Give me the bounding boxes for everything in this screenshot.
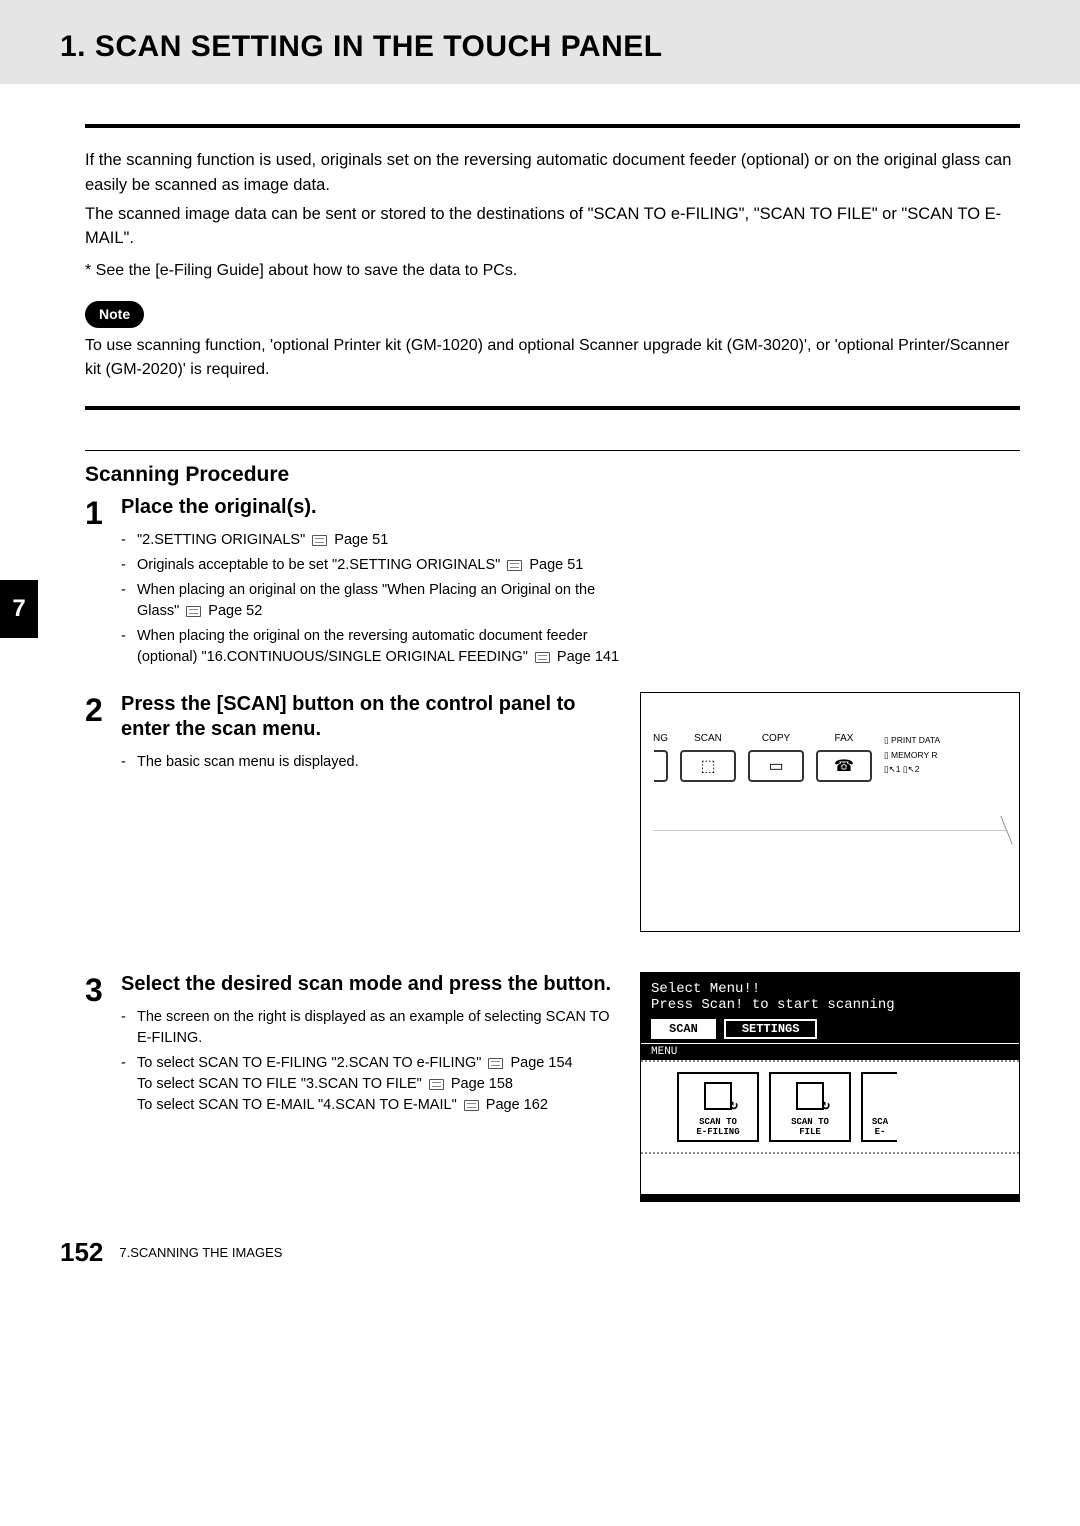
chapter-tab: 7 xyxy=(0,580,38,638)
book-icon xyxy=(507,560,522,571)
panel-side-labels: ▯ PRINT DATA ▯ MEMORY R ▯↖1 ▯↖2 xyxy=(884,733,940,776)
book-icon xyxy=(464,1100,479,1111)
step-bullets: "2.SETTING ORIGINALS" Page 51 Originals … xyxy=(121,530,621,668)
page-footer: 152 7.SCANNING THE IMAGES xyxy=(0,1202,1080,1308)
panel-label-partial: NG xyxy=(653,733,668,744)
screen-tab-scan[interactable]: SCAN xyxy=(651,1019,716,1039)
bullet-item: When placing an original on the glass "W… xyxy=(121,580,621,622)
fax-icon: ☎ xyxy=(834,756,854,776)
screen-menu-label: MENU xyxy=(641,1043,1019,1060)
chapter-label: 7.SCANNING THE IMAGES xyxy=(119,1245,282,1260)
section-heading: Scanning Procedure xyxy=(85,463,1020,487)
panel-button-scan[interactable]: ⬚ xyxy=(680,750,736,782)
panel-label-fax: FAX xyxy=(835,733,854,744)
bullet-item: The screen on the right is displayed as … xyxy=(121,1007,620,1049)
panel-button-copy[interactable]: ▭ xyxy=(748,750,804,782)
scan-to-email-button-partial[interactable]: SCA E- xyxy=(861,1072,897,1142)
page-header: 1. SCAN SETTING IN THE TOUCH PANEL xyxy=(0,0,1080,84)
step-2: 2 Press the [SCAN] button on the control… xyxy=(85,692,1020,932)
intro-paragraph-1: If the scanning function is used, origin… xyxy=(85,148,1020,198)
step-title: Select the desired scan mode and press t… xyxy=(121,972,620,997)
book-icon xyxy=(488,1058,503,1069)
intro-footnote: * See the [e-Filing Guide] about how to … xyxy=(85,259,1020,283)
screen-line-2: Press Scan! to start scanning xyxy=(651,997,1009,1013)
step-number: 1 xyxy=(85,495,121,672)
intro-section: If the scanning function is used, origin… xyxy=(85,124,1020,406)
bullet-item: Originals acceptable to be set "2.SETTIN… xyxy=(121,555,621,576)
panel-label-scan: SCAN xyxy=(694,733,722,744)
panel-label-copy: COPY xyxy=(762,733,790,744)
book-icon xyxy=(186,606,201,617)
scan-to-file-button[interactable]: SCAN TO FILE xyxy=(769,1072,851,1142)
step-3: 3 Select the desired scan mode and press… xyxy=(85,972,1020,1202)
copy-icon: ▭ xyxy=(768,756,783,776)
step-1: 1 Place the original(s). "2.SETTING ORIG… xyxy=(85,495,1020,672)
page-title: 1. SCAN SETTING IN THE TOUCH PANEL xyxy=(60,30,1020,64)
intro-paragraph-2: The scanned image data can be sent or st… xyxy=(85,202,1020,252)
screen-white-bar xyxy=(641,1154,1019,1194)
divider-thick xyxy=(85,406,1020,410)
note-badge: Note xyxy=(85,301,144,328)
bullet-item: To select SCAN TO E-FILING "2.SCAN TO e-… xyxy=(121,1053,620,1116)
bullet-item: When placing the original on the reversi… xyxy=(121,626,621,668)
touch-screen-figure: Select Menu!! Press Scan! to start scann… xyxy=(640,972,1020,1202)
document-icon xyxy=(704,1082,732,1110)
divider-thin xyxy=(85,450,1020,451)
book-icon xyxy=(312,535,327,546)
scan-to-efiling-button[interactable]: SCAN TO E-FILING xyxy=(677,1072,759,1142)
screen-tab-settings[interactable]: SETTINGS xyxy=(724,1019,818,1039)
panel-button-fax[interactable]: ☎ xyxy=(816,750,872,782)
note-text: To use scanning function, 'optional Prin… xyxy=(85,334,1020,382)
step-number: 2 xyxy=(85,692,121,932)
document-icon xyxy=(796,1082,824,1110)
panel-button-partial xyxy=(654,750,668,782)
step-bullets: The basic scan menu is displayed. xyxy=(121,752,620,773)
page-number: 152 xyxy=(60,1237,103,1268)
step-bullets: The screen on the right is displayed as … xyxy=(121,1007,620,1116)
bullet-item: "2.SETTING ORIGINALS" Page 51 xyxy=(121,530,621,551)
step-title: Place the original(s). xyxy=(121,495,1020,520)
screen-line-1: Select Menu!! xyxy=(651,981,1009,997)
bullet-item: The basic scan menu is displayed. xyxy=(121,752,620,773)
scan-icon: ⬚ xyxy=(700,756,715,776)
step-number: 3 xyxy=(85,972,121,1202)
control-panel-figure: NG SCAN ⬚ COPY xyxy=(640,692,1020,932)
book-icon xyxy=(535,652,550,663)
step-title: Press the [SCAN] button on the control p… xyxy=(121,692,620,742)
panel-divider-line xyxy=(653,830,1007,831)
book-icon xyxy=(429,1079,444,1090)
